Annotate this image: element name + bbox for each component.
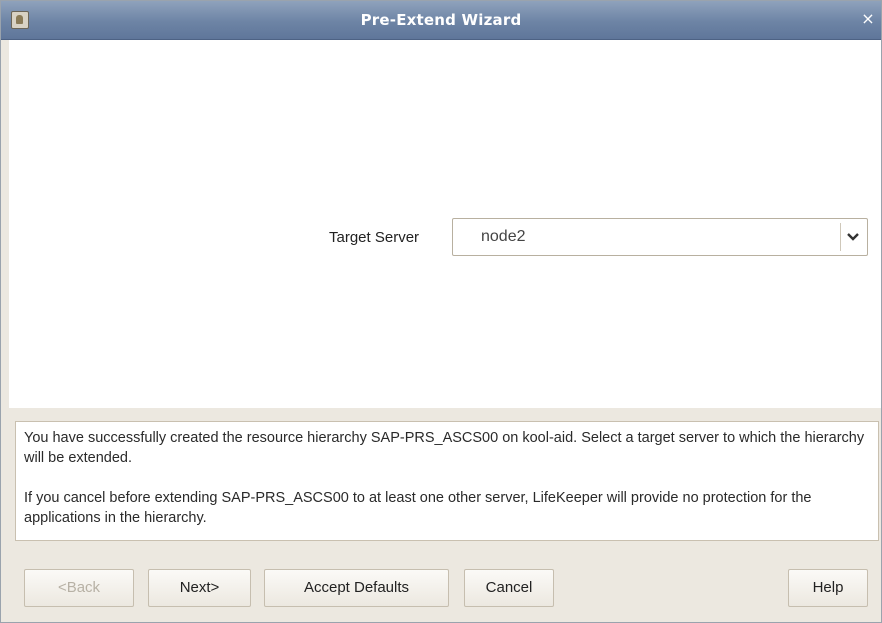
cancel-button[interactable]: Cancel: [464, 569, 554, 607]
select-separator: [840, 223, 841, 251]
message-line-2: If you cancel before extending SAP-PRS_A…: [24, 490, 812, 526]
close-button[interactable]: ×: [857, 8, 879, 30]
message-box: You have successfully created the resour…: [15, 421, 879, 541]
accept-defaults-button[interactable]: Accept Defaults: [264, 569, 449, 607]
target-server-value: node2: [481, 228, 526, 245]
back-button[interactable]: <Back: [24, 569, 134, 607]
chevron-down-icon[interactable]: [846, 227, 860, 247]
pre-extend-wizard-window: Pre-Extend Wizard × Target Server node2 …: [0, 0, 882, 623]
wizard-content-panel: Target Server node2: [9, 40, 881, 408]
target-server-label: Target Server: [329, 229, 420, 246]
message-line-1: You have successfully created the resour…: [24, 430, 865, 466]
target-server-select[interactable]: node2: [452, 218, 868, 256]
title-bar[interactable]: Pre-Extend Wizard ×: [1, 1, 881, 40]
window-title: Pre-Extend Wizard: [360, 11, 522, 29]
help-button[interactable]: Help: [788, 569, 868, 607]
next-button[interactable]: Next>: [148, 569, 251, 607]
